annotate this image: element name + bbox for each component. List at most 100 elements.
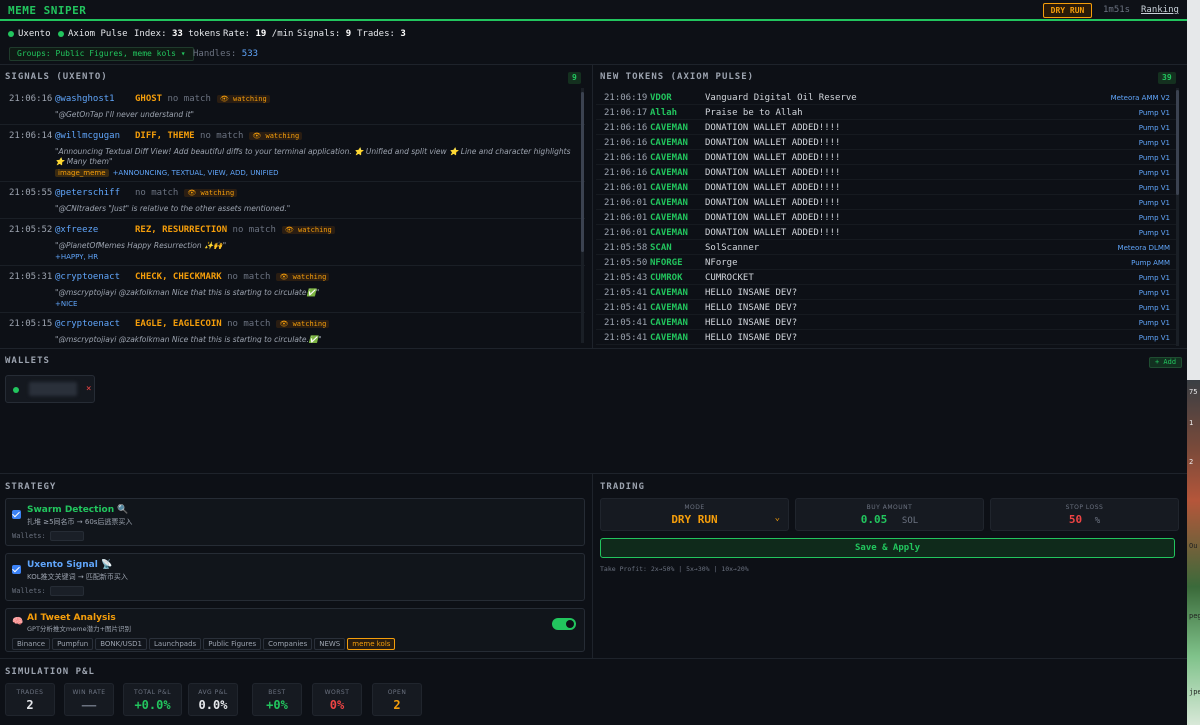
uxento-checkbox[interactable]	[12, 565, 21, 574]
wallet-select[interactable]	[49, 586, 84, 596]
token-symbol[interactable]: CAVEMAN	[650, 228, 688, 238]
wallet-card[interactable]: ×	[5, 375, 95, 403]
token-symbol[interactable]: CAVEMAN	[650, 213, 688, 223]
token-row[interactable]: 21:05:41 CAVEMAN HELLO INSANE DEV? Pump V1	[596, 300, 1176, 315]
token-row[interactable]: 21:05:50 NFORGE NForge Pump AMM	[596, 255, 1176, 270]
signals-list[interactable]: 21:06:16 @washghost1 GHOST no match 👁 watch…	[0, 88, 585, 343]
signal-item[interactable]: 21:05:55 @peterschiff no match 👁 watching "…	[0, 182, 585, 219]
token-symbol[interactable]: CAVEMAN	[650, 318, 688, 328]
tokens-list[interactable]: 21:06:19 VDOR Vanguard Digital Oil Reserve…	[596, 90, 1176, 345]
token-symbol[interactable]: SCAN	[650, 243, 672, 253]
strategy-uxento-signal[interactable]: Uxento Signal 📡 KOL推文关键词 → 匹配新币买入 Wallet…	[5, 553, 585, 601]
category-chip[interactable]: Launchpads	[149, 638, 202, 650]
token-row[interactable]: 21:06:01 CAVEMAN DONATION WALLET ADDED!!!!…	[596, 210, 1176, 225]
background-window-strip: 75 1 2 Ou peg jpe	[1187, 0, 1200, 725]
wallets-selector[interactable]: Wallets:	[12, 586, 84, 596]
token-row[interactable]: 21:06:01 CAVEMAN DONATION WALLET ADDED!!!!…	[596, 225, 1176, 240]
category-chip[interactable]: BONK/USD1	[95, 638, 148, 650]
token-platform: Pump V1	[1138, 274, 1170, 282]
token-symbol[interactable]: VDOR	[650, 93, 672, 103]
signal-handle[interactable]: @washghost1	[55, 94, 115, 104]
token-row[interactable]: 21:06:17 Allah Praise be to Allah Pump V1	[596, 105, 1176, 120]
token-row[interactable]: 21:06:01 CAVEMAN DONATION WALLET ADDED!!!!…	[596, 180, 1176, 195]
category-chip[interactable]: NEWS	[314, 638, 346, 650]
groups-dropdown[interactable]: Groups: Public Figures, meme kols ▾	[9, 47, 194, 61]
token-symbol[interactable]: Allah	[650, 108, 677, 118]
signal-item[interactable]: 21:05:52 @xfreeze REZ, RESURRECTION no mat…	[0, 219, 585, 266]
signal-handle[interactable]: @willmcgugan	[55, 131, 120, 141]
category-chip[interactable]: Binance	[12, 638, 51, 650]
token-symbol[interactable]: NFORGE	[650, 258, 683, 268]
token-row[interactable]: 21:06:16 CAVEMAN DONATION WALLET ADDED!!!!…	[596, 120, 1176, 135]
token-row[interactable]: 21:06:16 CAVEMAN DONATION WALLET ADDED!!!!…	[596, 150, 1176, 165]
signal-keywords: DIFF, THEME no match 👁 watching	[135, 131, 303, 141]
signal-keywords: EAGLE, EAGLECOIN no match 👁 watching	[135, 319, 330, 329]
add-wallet-button[interactable]: + Add	[1149, 357, 1183, 368]
signal-item[interactable]: 21:06:16 @washghost1 GHOST no match 👁 watch…	[0, 88, 585, 125]
token-row[interactable]: 21:06:16 CAVEMAN DONATION WALLET ADDED!!!!…	[596, 165, 1176, 180]
ranking-link[interactable]: Ranking	[1141, 5, 1179, 15]
token-symbol[interactable]: CAVEMAN	[650, 198, 688, 208]
signal-handle[interactable]: @cryptoenact	[55, 272, 120, 282]
tokens-count-badge: 39	[1158, 72, 1176, 84]
token-row[interactable]: 21:06:16 CAVEMAN DONATION WALLET ADDED!!!!…	[596, 135, 1176, 150]
token-symbol[interactable]: CAVEMAN	[650, 183, 688, 193]
category-chip[interactable]: Companies	[263, 638, 313, 650]
sim-stat-total-p-l: TOTAL P&L +0.0%	[123, 683, 182, 716]
signal-handle[interactable]: @cryptoenact	[55, 319, 120, 329]
token-symbol[interactable]: CAVEMAN	[650, 303, 688, 313]
token-name: DONATION WALLET ADDED!!!!	[705, 153, 841, 163]
strategy-swarm-detection[interactable]: Swarm Detection 🔍 扎堆 ≥5同名币 → 60s后逃票买入 Wa…	[5, 498, 585, 546]
token-symbol[interactable]: CAVEMAN	[650, 333, 688, 343]
token-row[interactable]: 21:05:41 CAVEMAN HELLO INSANE DEV? Pump V1	[596, 330, 1176, 345]
watching-badge: 👁 watching	[216, 95, 270, 103]
category-chip[interactable]: Pumpfun	[52, 638, 94, 650]
token-symbol[interactable]: CAVEMAN	[650, 138, 688, 148]
token-time: 21:06:16	[604, 138, 648, 148]
mode-select[interactable]: MODE DRY RUN ⌄	[600, 498, 789, 531]
wallets-selector[interactable]: Wallets:	[12, 531, 84, 541]
swarm-checkbox[interactable]	[12, 510, 21, 519]
signal-item[interactable]: 21:05:15 @cryptoenact EAGLE, EAGLECOIN no …	[0, 313, 585, 343]
token-row[interactable]: 21:05:58 SCAN SolScanner Meteora DLMM	[596, 240, 1176, 255]
token-row[interactable]: 21:06:01 CAVEMAN DONATION WALLET ADDED!!!!…	[596, 195, 1176, 210]
token-row[interactable]: 21:06:19 VDOR Vanguard Digital Oil Reserve…	[596, 90, 1176, 105]
strategy-desc: KOL推文关键词 → 匹配新币买入	[27, 573, 128, 581]
category-chip[interactable]: Public Figures	[203, 638, 262, 650]
chevron-down-icon[interactable]: ⌄	[775, 513, 780, 523]
token-name: DONATION WALLET ADDED!!!!	[705, 168, 841, 178]
token-symbol[interactable]: CUMROK	[650, 273, 683, 283]
token-row[interactable]: 21:05:41 CAVEMAN HELLO INSANE DEV? Pump V1	[596, 285, 1176, 300]
divider	[592, 473, 593, 658]
save-apply-button[interactable]: Save & Apply	[600, 538, 1175, 558]
top-bar: MEME SNIPER DRY RUN 1m51s Ranking	[0, 0, 1200, 21]
remove-wallet-icon[interactable]: ×	[86, 384, 91, 394]
token-platform: Pump V1	[1138, 139, 1170, 147]
buy-amount-field[interactable]: BUY AMOUNT 0.05 SOL	[795, 498, 984, 531]
category-chip[interactable]: meme kols	[347, 638, 396, 650]
token-name: CUMROCKET	[705, 273, 754, 283]
dry-run-badge[interactable]: DRY RUN	[1043, 3, 1092, 18]
signal-item[interactable]: 21:06:14 @willmcgugan DIFF, THEME no match…	[0, 125, 585, 182]
token-row[interactable]: 21:05:41 CAVEMAN HELLO INSANE DEV? Pump V1	[596, 315, 1176, 330]
signal-item[interactable]: 21:05:31 @cryptoenact CHECK, CHECKMARK no …	[0, 266, 585, 313]
token-platform: Meteora DLMM	[1117, 244, 1170, 252]
wallet-select[interactable]	[49, 531, 84, 541]
strategy-ai-tweet[interactable]: 🧠 AI Tweet Analysis GPT分析推文meme潜力+图片识别 B…	[5, 608, 585, 652]
signals-count-badge: 9	[568, 72, 581, 84]
signal-time: 21:06:14	[9, 131, 53, 141]
token-symbol[interactable]: CAVEMAN	[650, 123, 688, 133]
token-row[interactable]: 21:05:43 CUMROK CUMROCKET Pump V1	[596, 270, 1176, 285]
token-symbol[interactable]: CAVEMAN	[650, 153, 688, 163]
token-symbol[interactable]: CAVEMAN	[650, 288, 688, 298]
token-symbol[interactable]: CAVEMAN	[650, 168, 688, 178]
signal-handle[interactable]: @peterschiff	[55, 188, 120, 198]
source-axiom: Axiom Pulse	[58, 29, 128, 39]
ai-toggle[interactable]	[552, 618, 576, 630]
signals-scroll-thumb[interactable]	[581, 92, 584, 252]
tokens-scroll-thumb[interactable]	[1176, 90, 1179, 195]
groups-bar: Groups: Public Figures, meme kols ▾ Hand…	[0, 44, 1200, 64]
signal-keywords: CHECK, CHECKMARK no match 👁 watching	[135, 272, 330, 282]
stop-loss-field[interactable]: STOP LOSS 50 %	[990, 498, 1179, 531]
signal-handle[interactable]: @xfreeze	[55, 225, 98, 235]
